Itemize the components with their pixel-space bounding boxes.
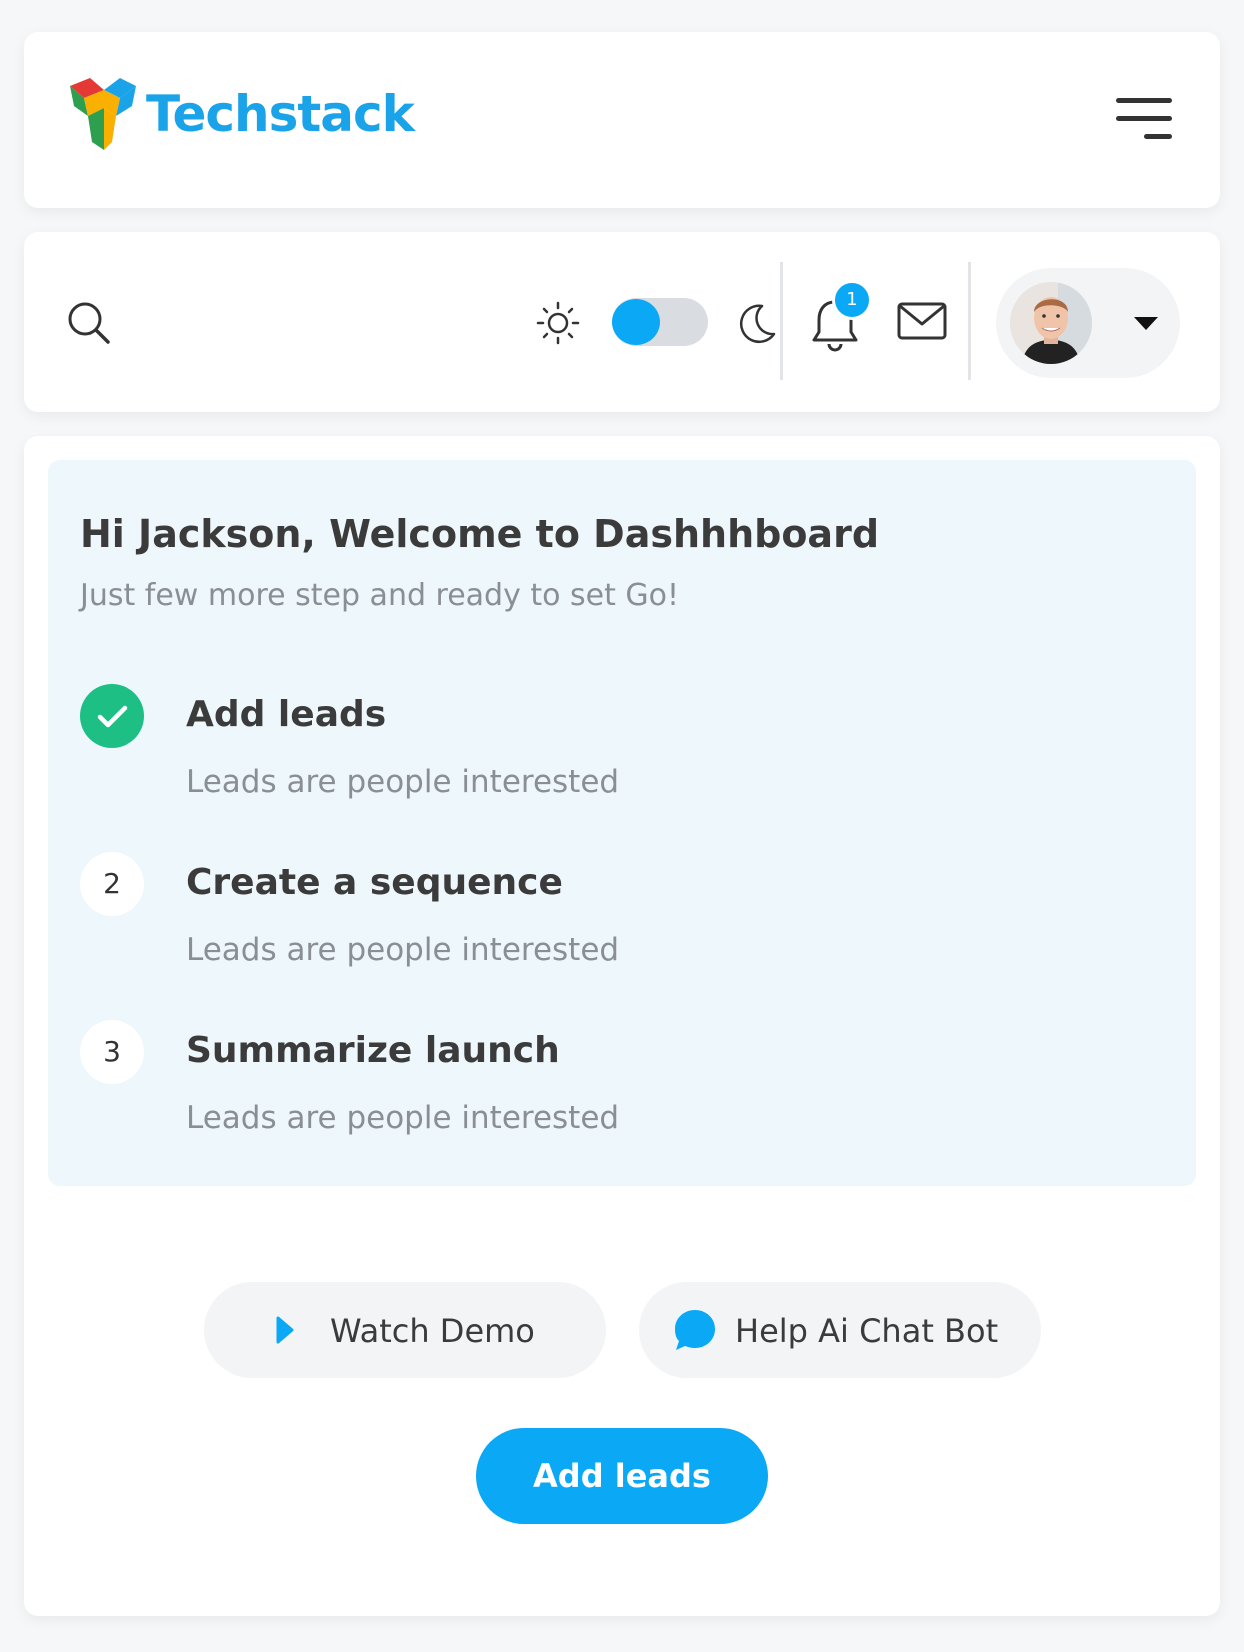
main-content: Hi Jackson, Welcome to Dashhhboard Just … [24, 436, 1220, 1616]
page-title: Hi Jackson, Welcome to Dashhhboard [80, 512, 880, 556]
step-number: 2 [80, 852, 144, 916]
step-title: Create a sequence [186, 862, 563, 903]
play-icon [276, 1316, 294, 1344]
check-circle-icon [80, 684, 144, 748]
mail-icon[interactable] [896, 300, 948, 342]
welcome-panel: Hi Jackson, Welcome to Dashhhboard Just … [48, 460, 1196, 1186]
toolbar-divider [968, 262, 971, 380]
step-description: Leads are people interested [186, 764, 620, 800]
avatar [1010, 282, 1092, 364]
brand-name: Techstack [146, 85, 415, 143]
toolbar: 1 [24, 232, 1220, 412]
step-description: Leads are people interested [186, 932, 620, 968]
brand-logo[interactable]: Techstack [68, 76, 415, 152]
caret-down-icon [1134, 317, 1158, 330]
watch-demo-label: Watch Demo [330, 1312, 535, 1350]
header-bar: Techstack [24, 32, 1220, 208]
theme-toggle[interactable] [612, 298, 708, 346]
step-title: Add leads [186, 694, 387, 735]
onboarding-step[interactable]: 3 Summarize launch Leads are people inte… [80, 1020, 1080, 1160]
step-title: Summarize launch [186, 1030, 560, 1071]
step-description: Leads are people interested [186, 1100, 620, 1136]
techstack-logo-icon [70, 78, 136, 150]
page-subtitle: Just few more step and ready to set Go! [80, 578, 680, 613]
search-icon[interactable] [66, 300, 112, 346]
onboarding-step[interactable]: 2 Create a sequence Leads are people int… [80, 852, 1080, 992]
chat-bot-button[interactable]: Help Ai Chat Bot [639, 1282, 1041, 1378]
moon-icon[interactable] [736, 302, 776, 344]
step-number: 3 [80, 1020, 144, 1084]
profile-menu[interactable] [996, 268, 1180, 378]
chat-bot-label: Help Ai Chat Bot [735, 1312, 999, 1350]
hamburger-menu-icon[interactable] [1116, 98, 1172, 144]
sun-icon[interactable] [536, 301, 580, 345]
notification-badge: 1 [832, 280, 872, 320]
watch-demo-button[interactable]: Watch Demo [204, 1282, 606, 1378]
theme-toggle-knob [612, 299, 660, 345]
toolbar-divider [780, 262, 783, 380]
add-leads-button[interactable]: Add leads [476, 1428, 768, 1524]
chat-bubble-icon [675, 1310, 715, 1350]
onboarding-step[interactable]: Add leads Leads are people interested [80, 684, 1080, 824]
